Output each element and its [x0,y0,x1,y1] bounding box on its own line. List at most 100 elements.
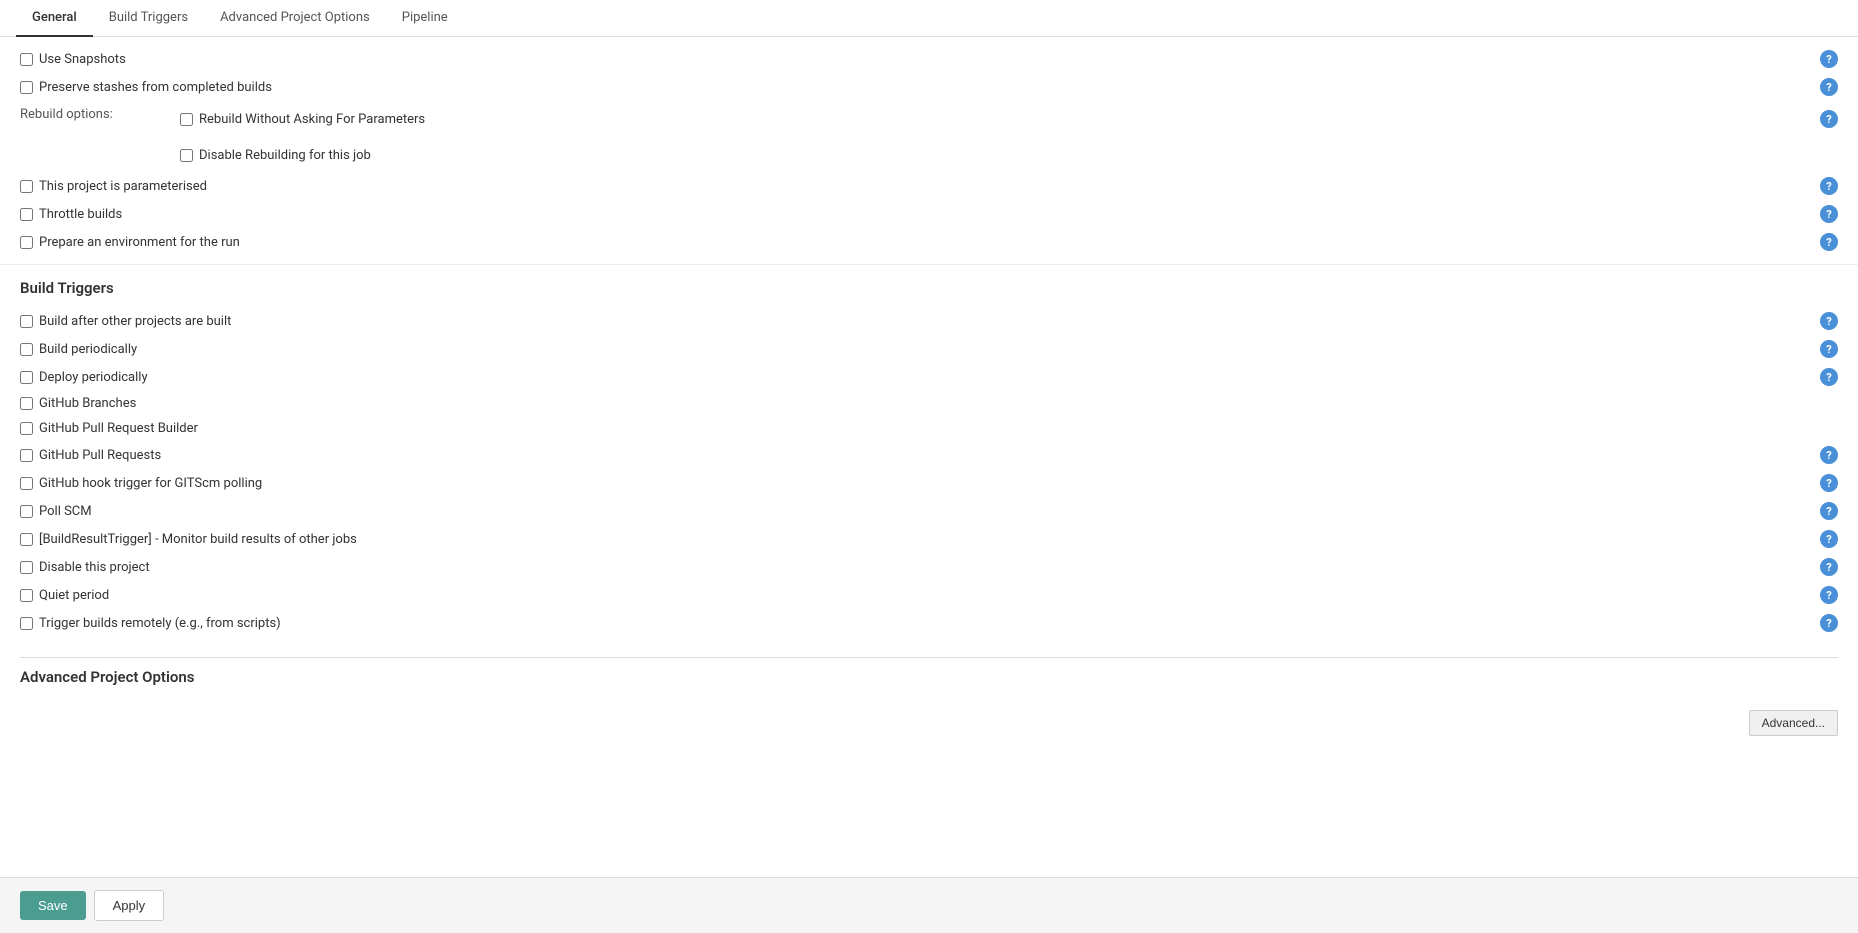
save-button[interactable]: Save [20,891,86,920]
github-pull-requests-row: GitHub Pull Requests ? [20,441,1838,469]
use-snapshots-left: Use Snapshots [20,52,1820,67]
github-pull-request-builder-text: GitHub Pull Request Builder [39,421,198,436]
quiet-period-text: Quiet period [39,588,109,603]
build-periodically-checkbox[interactable] [20,343,33,356]
prepare-environment-row: Prepare an environment for the run ? [20,228,1838,256]
general-section: Use Snapshots ? Preserve stashes from co… [0,37,1858,265]
content-area: Use Snapshots ? Preserve stashes from co… [0,37,1858,754]
quiet-period-checkbox[interactable] [20,589,33,602]
preserve-stashes-help-icon[interactable]: ? [1820,78,1838,96]
poll-scm-label[interactable]: Poll SCM [20,504,92,519]
disable-rebuilding-text: Disable Rebuilding for this job [199,148,371,163]
rebuild-without-asking-help-icon[interactable]: ? [1820,110,1838,128]
page-wrapper: GeneralBuild TriggersAdvanced Project Op… [0,0,1858,933]
prepare-environment-help-icon[interactable]: ? [1820,233,1838,251]
tab-build-triggers[interactable]: Build Triggers [93,0,204,37]
github-branches-checkbox[interactable] [20,397,33,410]
disable-project-label[interactable]: Disable this project [20,560,150,575]
github-branches-row: GitHub Branches [20,391,1838,416]
use-snapshots-help-icon[interactable]: ? [1820,50,1838,68]
parameterised-row: This project is parameterised ? [20,172,1838,200]
advanced-project-options-title: Advanced Project Options [20,658,1838,702]
github-pull-requests-text: GitHub Pull Requests [39,448,161,463]
github-hook-trigger-left: GitHub hook trigger for GITScm polling [20,476,1820,491]
build-after-other-left: Build after other projects are built [20,314,1820,329]
build-result-trigger-help-icon[interactable]: ? [1820,530,1838,548]
prepare-environment-label[interactable]: Prepare an environment for the run [20,235,240,250]
throttle-builds-label[interactable]: Throttle builds [20,207,122,222]
quiet-period-help-icon[interactable]: ? [1820,586,1838,604]
tab-advanced-project-options[interactable]: Advanced Project Options [204,0,386,37]
rebuild-checkboxes: Rebuild Without Asking For Parameters ? … [180,105,1838,168]
trigger-builds-remotely-row: Trigger builds remotely (e.g., from scri… [20,609,1838,637]
build-periodically-help-icon[interactable]: ? [1820,340,1838,358]
github-branches-text: GitHub Branches [39,396,136,411]
build-after-other-checkbox[interactable] [20,315,33,328]
use-snapshots-label[interactable]: Use Snapshots [20,52,126,67]
poll-scm-row: Poll SCM ? [20,497,1838,525]
poll-scm-help-icon[interactable]: ? [1820,502,1838,520]
trigger-builds-remotely-label[interactable]: Trigger builds remotely (e.g., from scri… [20,616,281,631]
preserve-stashes-checkbox[interactable] [20,81,33,94]
github-pull-request-builder-row: GitHub Pull Request Builder [20,416,1838,441]
throttle-builds-text: Throttle builds [39,207,122,222]
github-branches-label[interactable]: GitHub Branches [20,396,136,411]
build-result-trigger-label[interactable]: [BuildResultTrigger] - Monitor build res… [20,532,357,547]
disable-project-checkbox[interactable] [20,561,33,574]
github-pull-request-builder-left: GitHub Pull Request Builder [20,421,1838,436]
parameterised-help-icon[interactable]: ? [1820,177,1838,195]
deploy-periodically-help-icon[interactable]: ? [1820,368,1838,386]
use-snapshots-checkbox[interactable] [20,53,33,66]
preserve-stashes-row: Preserve stashes from completed builds ? [20,73,1838,101]
github-hook-trigger-checkbox[interactable] [20,477,33,490]
throttle-builds-help-icon[interactable]: ? [1820,205,1838,223]
github-pull-requests-label[interactable]: GitHub Pull Requests [20,448,161,463]
rebuild-options-label: Rebuild options: [20,105,180,122]
github-pull-requests-left: GitHub Pull Requests [20,448,1820,463]
preserve-stashes-label[interactable]: Preserve stashes from completed builds [20,80,272,95]
build-result-trigger-checkbox[interactable] [20,533,33,546]
github-pull-request-builder-checkbox[interactable] [20,422,33,435]
trigger-builds-remotely-help-icon[interactable]: ? [1820,614,1838,632]
build-result-trigger-left: [BuildResultTrigger] - Monitor build res… [20,532,1820,547]
tab-general[interactable]: General [16,0,93,37]
advanced-button[interactable]: Advanced... [1749,710,1838,736]
disable-rebuilding-checkbox[interactable] [180,149,193,162]
apply-button[interactable]: Apply [94,890,165,921]
disable-rebuilding-label[interactable]: Disable Rebuilding for this job [180,148,371,163]
throttle-builds-checkbox[interactable] [20,208,33,221]
build-after-other-text: Build after other projects are built [39,314,231,329]
build-periodically-label[interactable]: Build periodically [20,342,137,357]
build-periodically-row: Build periodically ? [20,335,1838,363]
trigger-builds-remotely-text: Trigger builds remotely (e.g., from scri… [39,616,281,631]
prepare-environment-checkbox[interactable] [20,236,33,249]
disable-project-row: Disable this project ? [20,553,1838,581]
github-hook-trigger-help-icon[interactable]: ? [1820,474,1838,492]
disable-project-help-icon[interactable]: ? [1820,558,1838,576]
build-triggers-section: Build Triggers Build after other project… [0,265,1858,647]
parameterised-label[interactable]: This project is parameterised [20,179,207,194]
deploy-periodically-label[interactable]: Deploy periodically [20,370,148,385]
quiet-period-left: Quiet period [20,588,1820,603]
github-pull-requests-help-icon[interactable]: ? [1820,446,1838,464]
poll-scm-left: Poll SCM [20,504,1820,519]
throttle-builds-left: Throttle builds [20,207,1820,222]
rebuild-without-asking-checkbox[interactable] [180,113,193,126]
use-snapshots-row: Use Snapshots ? [20,45,1838,73]
parameterised-left: This project is parameterised [20,179,1820,194]
github-hook-trigger-label[interactable]: GitHub hook trigger for GITScm polling [20,476,262,491]
deploy-periodically-checkbox[interactable] [20,371,33,384]
build-after-other-help-icon[interactable]: ? [1820,312,1838,330]
rebuild-without-asking-label[interactable]: Rebuild Without Asking For Parameters [180,112,425,127]
github-pull-request-builder-label[interactable]: GitHub Pull Request Builder [20,421,198,436]
parameterised-text: This project is parameterised [39,179,207,194]
quiet-period-label[interactable]: Quiet period [20,588,109,603]
github-pull-requests-checkbox[interactable] [20,449,33,462]
parameterised-checkbox[interactable] [20,180,33,193]
tab-pipeline[interactable]: Pipeline [386,0,464,37]
trigger-builds-remotely-checkbox[interactable] [20,617,33,630]
github-hook-trigger-text: GitHub hook trigger for GITScm polling [39,476,262,491]
poll-scm-checkbox[interactable] [20,505,33,518]
build-result-trigger-row: [BuildResultTrigger] - Monitor build res… [20,525,1838,553]
build-after-other-label[interactable]: Build after other projects are built [20,314,231,329]
